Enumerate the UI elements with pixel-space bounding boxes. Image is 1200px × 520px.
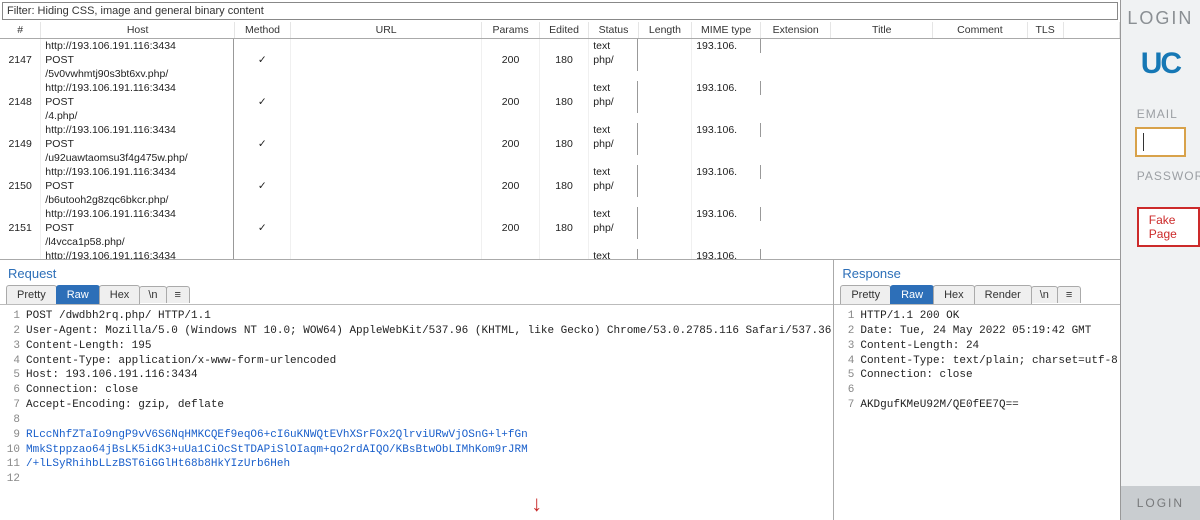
col-header[interactable]: Host <box>41 22 235 39</box>
col-header[interactable] <box>1063 22 1119 39</box>
table-row[interactable]: 2152http://193.106.191.116:3434POST/d9c.… <box>0 249 1119 260</box>
col-header[interactable]: Edited <box>539 22 588 39</box>
tab-render[interactable]: Render <box>974 285 1032 304</box>
col-header[interactable]: # <box>0 22 41 39</box>
tab-\n[interactable]: \n <box>139 286 166 303</box>
tab-pretty[interactable]: Pretty <box>840 285 891 304</box>
col-header[interactable]: Length <box>638 22 692 39</box>
response-title: Response <box>834 260 1119 285</box>
table-row[interactable]: 2149http://193.106.191.116:3434POST/u92u… <box>0 123 1119 165</box>
login-button[interactable]: LOGIN <box>1121 486 1200 520</box>
request-title: Request <box>0 260 833 285</box>
proxy-history-table[interactable]: #HostMethodURLParamsEditedStatusLengthMI… <box>0 22 1120 260</box>
phone-mock: LOGIN UC EMAIL PASSWORD Fake Page LOGIN <box>1121 0 1200 520</box>
tab-hex[interactable]: Hex <box>933 285 975 304</box>
phone-title: LOGIN <box>1121 8 1200 29</box>
table-row[interactable]: 2150http://193.106.191.116:3434POST/b6ut… <box>0 165 1119 207</box>
tab-≡[interactable]: ≡ <box>166 286 190 303</box>
col-header[interactable]: URL <box>291 22 482 39</box>
col-header[interactable]: TLS <box>1027 22 1063 39</box>
table-row[interactable]: 2151http://193.106.191.116:3434POST/l4vc… <box>0 207 1119 249</box>
fake-page-badge: Fake Page <box>1137 207 1200 247</box>
filter-bar[interactable]: Filter: Hiding CSS, image and general bi… <box>2 2 1118 20</box>
col-header[interactable]: Status <box>589 22 638 39</box>
col-header[interactable]: MIME type <box>692 22 761 39</box>
response-body[interactable]: 1HTTP/1.1 200 OK2Date: Tue, 24 May 2022 … <box>834 305 1119 520</box>
arrow-down-icon: ↓ <box>242 491 831 520</box>
col-header[interactable]: Title <box>831 22 933 39</box>
brand-logo: UC <box>1121 47 1200 81</box>
table-row[interactable]: 2147http://193.106.191.116:3434POST/5v0v… <box>0 39 1119 82</box>
col-header[interactable]: Extension <box>761 22 831 39</box>
email-field[interactable] <box>1135 127 1186 157</box>
response-tabs: PrettyRawHexRender\n≡ <box>834 285 1119 305</box>
table-row[interactable]: 2148http://193.106.191.116:3434POST/4.ph… <box>0 81 1119 123</box>
col-header[interactable]: Params <box>482 22 540 39</box>
tab-hex[interactable]: Hex <box>99 285 141 304</box>
col-header[interactable]: Comment <box>933 22 1027 39</box>
request-tabs: PrettyRawHex\n≡ <box>0 285 833 305</box>
tab-≡[interactable]: ≡ <box>1057 286 1081 303</box>
tab-raw[interactable]: Raw <box>890 285 934 304</box>
password-label: PASSWORD <box>1137 169 1184 183</box>
tab-raw[interactable]: Raw <box>56 285 100 304</box>
tab-pretty[interactable]: Pretty <box>6 285 57 304</box>
email-label: EMAIL <box>1137 107 1184 121</box>
tab-\n[interactable]: \n <box>1031 286 1058 303</box>
request-body[interactable]: 1POST /dwdbh2rq.php/ HTTP/1.12User-Agent… <box>0 305 833 520</box>
col-header[interactable]: Method <box>234 22 290 39</box>
